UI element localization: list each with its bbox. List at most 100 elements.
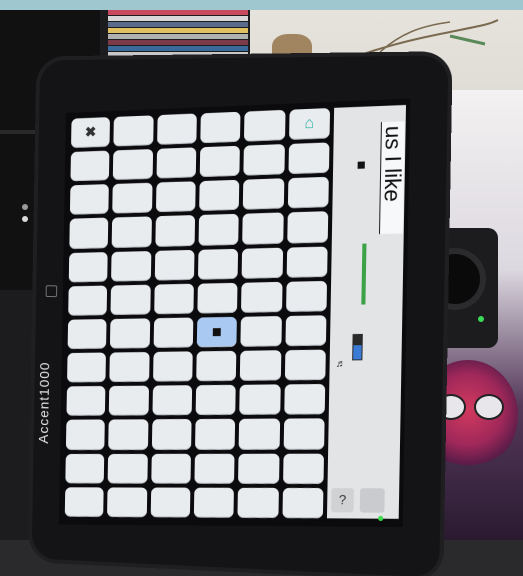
cd-case [108, 40, 248, 45]
grid-key[interactable] [69, 218, 109, 249]
delete-key[interactable]: ✖ [71, 117, 111, 149]
grid-key[interactable] [65, 453, 105, 484]
grid-key[interactable] [107, 487, 147, 518]
grid-key[interactable] [150, 487, 191, 518]
grid-key[interactable] [240, 316, 282, 347]
grid-key[interactable] [107, 453, 148, 484]
grid-key[interactable] [110, 318, 150, 349]
grid-key[interactable] [66, 386, 106, 417]
grid-key[interactable] [108, 419, 149, 450]
grid-key[interactable] [196, 350, 237, 382]
grid-key[interactable] [199, 180, 240, 212]
grid-key[interactable] [110, 284, 151, 316]
grid-key[interactable] [197, 282, 238, 314]
grid-key[interactable] [109, 352, 150, 383]
grid-key[interactable] [194, 453, 235, 484]
grid-key[interactable] [288, 142, 330, 175]
grid-key[interactable] [283, 418, 325, 450]
grid-key[interactable] [197, 248, 239, 280]
grid-key[interactable] [286, 211, 329, 244]
button-grid: ✖ ⌂ [64, 108, 331, 519]
grid-key[interactable] [156, 147, 197, 179]
grid-key[interactable] [198, 214, 240, 246]
cd-case [108, 10, 248, 15]
grid-key[interactable] [154, 249, 195, 281]
grid-key[interactable] [241, 247, 283, 279]
grid-key[interactable] [243, 144, 285, 176]
grid-key[interactable] [238, 419, 280, 450]
grid-key[interactable] [199, 145, 241, 178]
grid-key[interactable] [238, 453, 280, 484]
grid-key[interactable] [195, 385, 237, 416]
home-key[interactable]: ⌂ [288, 108, 331, 141]
stop-icon [212, 328, 221, 337]
side-panel: us I like ♬ ? [326, 104, 407, 519]
indicator-dot [22, 204, 28, 210]
grid-key[interactable] [69, 184, 110, 216]
grid-key[interactable] [113, 149, 153, 181]
grid-key[interactable] [109, 385, 149, 417]
grid-key[interactable] [194, 419, 236, 450]
home-button[interactable] [45, 285, 58, 298]
message-window[interactable]: us I like [378, 121, 407, 235]
grid-key[interactable] [200, 111, 241, 144]
grid-key[interactable] [285, 280, 328, 312]
battery-level [353, 345, 362, 360]
grid-key[interactable] [284, 349, 326, 381]
grid-key[interactable] [287, 177, 329, 209]
grid-key[interactable] [239, 384, 281, 416]
grid-key[interactable] [241, 281, 283, 313]
grid-key[interactable] [153, 283, 194, 315]
grid-key[interactable] [193, 487, 235, 518]
brand-label: Accent1000 [35, 361, 53, 444]
grid-key[interactable] [242, 212, 284, 245]
volume-icon[interactable]: ♬ [336, 358, 346, 369]
grid-key[interactable] [70, 150, 110, 182]
grid-key[interactable] [112, 182, 153, 215]
grid-key[interactable] [113, 115, 154, 147]
grid-key[interactable] [68, 251, 109, 283]
spider-eye-right [474, 394, 504, 420]
grid-key[interactable] [155, 215, 196, 247]
grid-key[interactable] [240, 350, 282, 382]
message-text: us I like [379, 125, 407, 203]
progress-indicator [361, 243, 367, 305]
cd-case [108, 16, 248, 21]
home-icon: ⌂ [304, 114, 315, 133]
stop-icon[interactable] [357, 161, 365, 169]
battery-icon [352, 333, 363, 361]
grid-key[interactable] [282, 453, 325, 484]
grid-key[interactable] [151, 419, 192, 450]
cd-case [108, 52, 248, 57]
cd-case [108, 22, 248, 27]
grid-key[interactable] [283, 384, 326, 416]
grid-key[interactable] [244, 109, 286, 142]
grid-key[interactable] [282, 487, 324, 519]
grid-key[interactable] [237, 487, 279, 519]
grid-key[interactable] [111, 216, 152, 248]
grid-key[interactable] [152, 351, 193, 382]
grid-key[interactable] [152, 385, 193, 416]
grid-key[interactable] [156, 113, 197, 146]
cd-case [108, 46, 248, 51]
cd-case [108, 28, 248, 33]
help-button[interactable]: ? [331, 488, 354, 513]
grid-key[interactable] [68, 285, 108, 316]
selected-key[interactable] [196, 316, 238, 348]
cd-case [108, 34, 248, 39]
grid-key[interactable] [67, 319, 107, 350]
gear-icon[interactable] [359, 488, 385, 513]
grid-key[interactable] [150, 453, 191, 484]
grid-key[interactable] [286, 246, 328, 278]
indicator-dot [22, 216, 28, 222]
grid-key[interactable] [67, 352, 107, 383]
delete-icon: ✖ [84, 123, 97, 140]
grid-key[interactable] [111, 250, 152, 282]
tablet-screen: ✖ ⌂ us I like ♬ ? [58, 98, 411, 527]
grid-key[interactable] [65, 419, 106, 450]
grid-key[interactable] [64, 487, 104, 517]
grid-key[interactable] [153, 317, 194, 349]
grid-key[interactable] [243, 178, 285, 211]
grid-key[interactable] [285, 315, 327, 347]
grid-key[interactable] [155, 181, 196, 213]
